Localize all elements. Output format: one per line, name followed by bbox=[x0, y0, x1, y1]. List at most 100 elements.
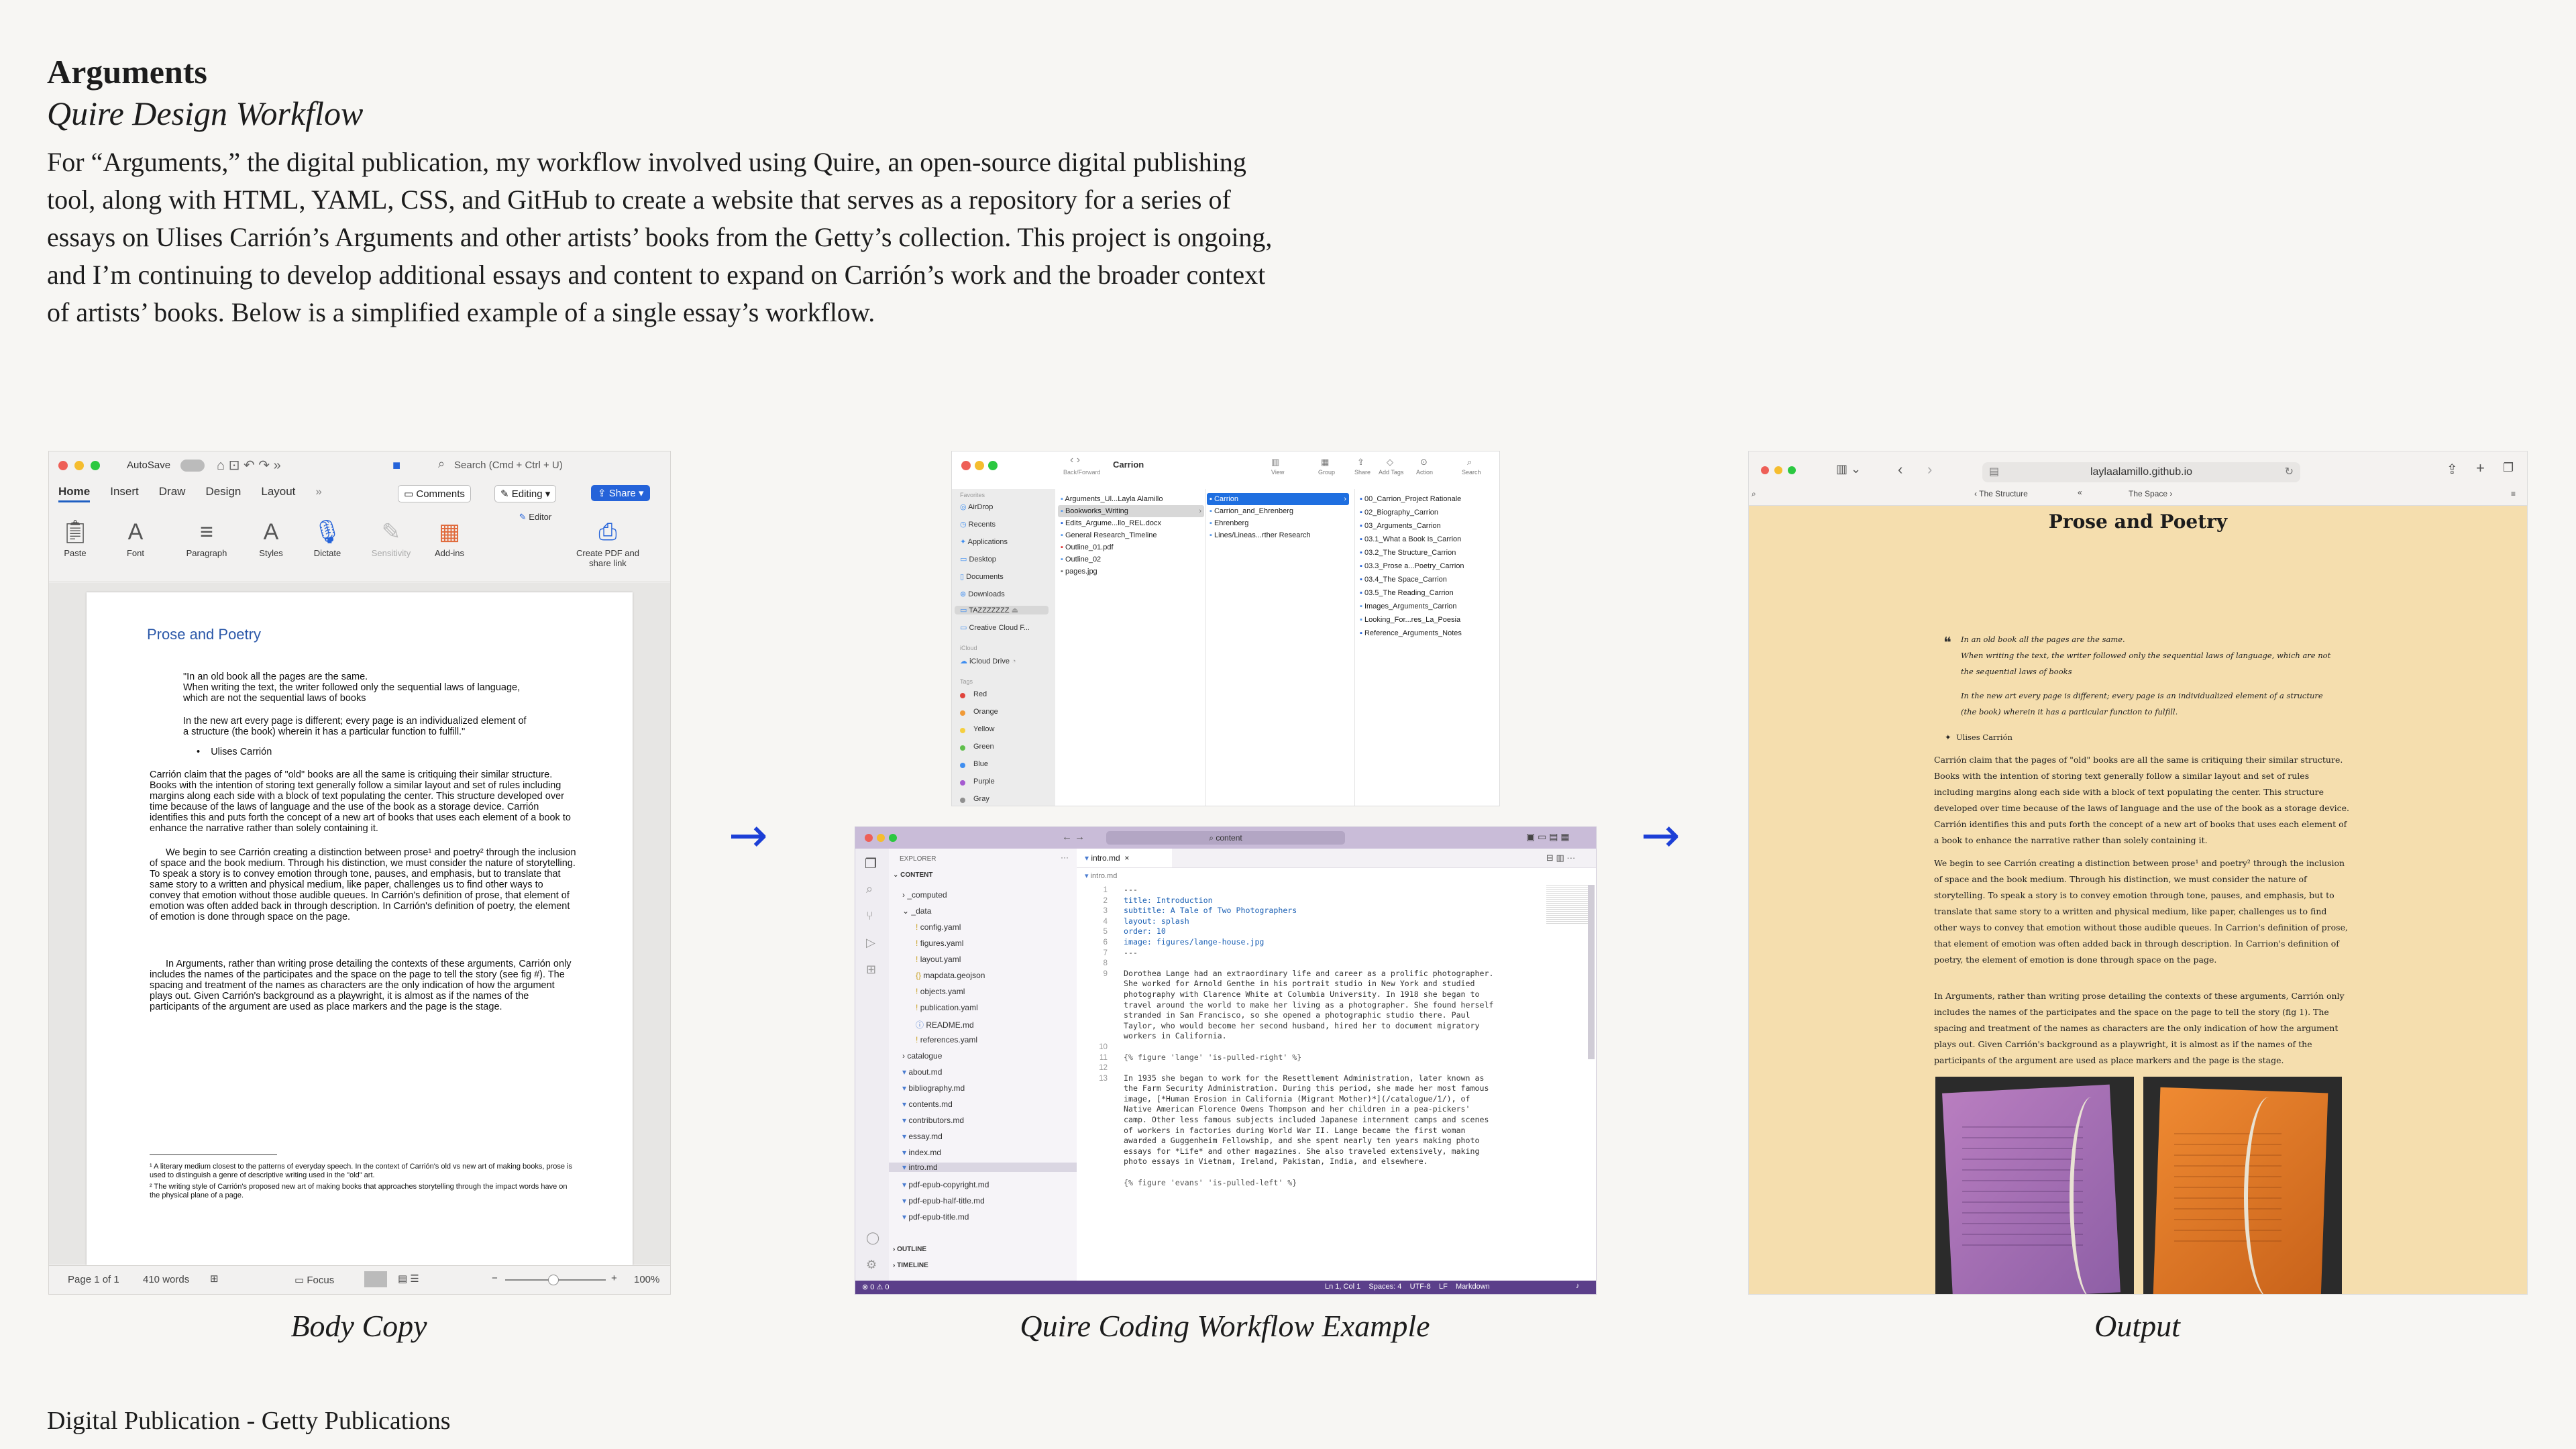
code-line[interactable]: travel around the world to make her livi… bbox=[1124, 1000, 1493, 1011]
editor-button[interactable]: ✎ Editor bbox=[505, 512, 566, 523]
new-tab-icon[interactable]: + bbox=[2476, 460, 2485, 477]
file-item[interactable]: ▪ 03.4_The Space_Carrion bbox=[1360, 574, 1447, 586]
code-line[interactable]: {% figure 'lange' 'is-pulled-right' %} bbox=[1124, 1053, 1493, 1063]
zoom-in-icon[interactable]: + bbox=[611, 1273, 617, 1284]
sidebar-item-documents[interactable]: ▯ Documents bbox=[960, 572, 1004, 581]
nav-prev-link[interactable]: ‹ The Structure bbox=[1974, 489, 2028, 498]
bell-icon[interactable]: ♪ bbox=[1576, 1282, 1580, 1290]
tree-file[interactable]: ▾ pdf-epub-title.md bbox=[902, 1212, 969, 1222]
eject-icon[interactable]: ⏏ bbox=[1012, 606, 1018, 614]
sidebar-tag-green[interactable]: Green bbox=[960, 743, 994, 751]
minimap[interactable] bbox=[1546, 885, 1588, 925]
sidebar-toggle-icon[interactable]: ▥ ⌄ bbox=[1836, 462, 1861, 476]
code-line[interactable]: of workers in factories during World War… bbox=[1124, 1126, 1493, 1136]
tab-intro-md[interactable]: ▾ intro.md × bbox=[1077, 849, 1172, 867]
editor-scrollbar[interactable] bbox=[1588, 885, 1595, 1059]
print-layout-icon[interactable] bbox=[364, 1271, 387, 1287]
sidebar-tag-orange[interactable]: Orange bbox=[960, 708, 998, 716]
font-button[interactable]: A Font bbox=[112, 516, 159, 558]
sidebar-item-downloads[interactable]: ⊕ Downloads bbox=[960, 590, 1005, 598]
account-icon[interactable]: ◯ bbox=[866, 1231, 879, 1245]
folder-item[interactable]: ▪ Images_Arguments_Carrion bbox=[1360, 600, 1457, 612]
comments-button[interactable]: ▭ Comments bbox=[398, 485, 471, 502]
tree-folder[interactable]: › _computed bbox=[902, 890, 947, 900]
gear-icon[interactable]: ⚙ bbox=[866, 1258, 877, 1272]
tab-design[interactable]: Design bbox=[205, 485, 241, 502]
file-item[interactable]: ▪ Arguments_Ul...Layla Alamillo bbox=[1061, 493, 1163, 505]
dictate-button[interactable]: 🎙︎ Dictate bbox=[304, 516, 351, 558]
layout-icon[interactable]: ▣ ▭ ▤ ▦ bbox=[1526, 831, 1570, 843]
create-pdf-button[interactable]: ⎙ Create PDF and share link bbox=[571, 516, 645, 568]
zoom-slider-thumb[interactable] bbox=[548, 1275, 559, 1285]
share-button[interactable]: ⇪ Share ▾ bbox=[591, 485, 651, 501]
minimize-icon[interactable] bbox=[975, 461, 984, 470]
code-line[interactable]: --- bbox=[1124, 885, 1493, 896]
tree-file[interactable]: ▾ pdf-epub-copyright.md bbox=[902, 1180, 989, 1189]
code-line[interactable]: awarded a Guggenheim Fellowship, and she… bbox=[1124, 1136, 1493, 1146]
maximize-icon[interactable] bbox=[988, 461, 998, 470]
tree-file[interactable]: ▾ contents.md bbox=[902, 1099, 953, 1109]
editing-button[interactable]: ✎ Editing ▾ bbox=[494, 485, 557, 502]
tree-file[interactable]: ! publication.yaml bbox=[916, 1003, 978, 1012]
tree-file[interactable]: ▾ contributors.md bbox=[902, 1116, 964, 1125]
styles-button[interactable]: A Styles bbox=[248, 516, 294, 558]
code-line[interactable]: Taylor, who would become her second husb… bbox=[1124, 1021, 1493, 1032]
sidebar-tag-yellow[interactable]: Yellow bbox=[960, 725, 994, 733]
sidebar-tag-purple[interactable]: Purple bbox=[960, 777, 995, 786]
tab-draw[interactable]: Draw bbox=[159, 485, 186, 502]
close-icon[interactable]: × bbox=[1124, 853, 1129, 863]
tree-folder[interactable]: ⌄ _data bbox=[902, 906, 931, 916]
nav-arrows-icon[interactable]: ← → bbox=[1062, 831, 1085, 843]
folder-item[interactable]: ▪ Carrion_and_Ehrenberg bbox=[1210, 505, 1293, 517]
code-line[interactable]: stranded in San Francisco, so she opened… bbox=[1124, 1010, 1493, 1021]
code-line[interactable]: essays for *Life* and other magazines. S… bbox=[1124, 1146, 1493, 1157]
folder-item-selected[interactable]: ▪ Bookworks_Writing › bbox=[1058, 505, 1204, 517]
file-item[interactable]: ▪ 03.2_The Structure_Carrion bbox=[1360, 547, 1456, 559]
minimize-icon[interactable] bbox=[1774, 466, 1782, 474]
folder-item[interactable]: ▪ Looking_For...res_La_Poesia bbox=[1360, 614, 1460, 626]
autosave-toggle[interactable] bbox=[180, 460, 205, 472]
search-icon[interactable]: ⌕ bbox=[866, 882, 873, 896]
command-search-input[interactable]: ⌕ content bbox=[1106, 831, 1345, 845]
tag-icon[interactable]: ◇ bbox=[1387, 457, 1393, 468]
view-icon[interactable]: ▥ bbox=[1271, 457, 1279, 468]
paragraph-button[interactable]: ≡ Paragraph bbox=[176, 516, 237, 558]
share-icon[interactable]: ⇪ bbox=[1357, 457, 1364, 468]
tab-layout[interactable]: Layout bbox=[261, 485, 295, 502]
sidebar-item-desktop[interactable]: ▭ Desktop bbox=[960, 555, 996, 564]
paste-button[interactable]: 📋︎ Paste bbox=[52, 516, 99, 558]
file-item[interactable]: ▪ 03.5_The Reading_Carrion bbox=[1360, 587, 1454, 599]
code-line[interactable]: She worked for Arnold Genthe in his port… bbox=[1124, 979, 1493, 989]
code-line[interactable] bbox=[1124, 958, 1493, 969]
search-icon[interactable]: ⌕ bbox=[1752, 489, 1756, 499]
back-forward-icon[interactable]: ‹ › bbox=[1070, 454, 1080, 466]
code-line[interactable]: photo essays in Vietnam, Ireland, Pakist… bbox=[1124, 1157, 1493, 1167]
code-line[interactable]: the Farm Security Administration. During… bbox=[1124, 1083, 1493, 1094]
file-item[interactable]: ▪ General Research_Timeline bbox=[1061, 529, 1157, 541]
code-line[interactable]: In 1935 she began to work for the Resett… bbox=[1124, 1073, 1493, 1084]
address-bar[interactable]: ▤ laylaalamillo.github.io ↻ bbox=[1982, 462, 2300, 482]
addins-button[interactable]: ▦ Add-ins bbox=[426, 516, 473, 558]
sidebar-item-airdrop[interactable]: ◎ AirDrop bbox=[960, 502, 993, 511]
extensions-icon[interactable]: ⊞ bbox=[866, 963, 876, 977]
close-icon[interactable] bbox=[1761, 466, 1769, 474]
code-line[interactable]: order: 10 bbox=[1124, 926, 1493, 937]
web-layout-icon[interactable]: ▤ ☰ bbox=[398, 1273, 419, 1285]
group-icon[interactable]: ▦ bbox=[1321, 457, 1329, 468]
maximize-icon[interactable] bbox=[889, 834, 897, 842]
file-item[interactable]: ▪ 00_Carrion_Project Rationale bbox=[1360, 493, 1461, 505]
run-debug-icon[interactable]: ▷ bbox=[866, 936, 875, 950]
tree-file[interactable]: ! figures.yaml bbox=[916, 938, 963, 948]
back-icon[interactable]: ‹ bbox=[1898, 461, 1902, 478]
code-line[interactable] bbox=[1124, 1167, 1493, 1178]
figure-image-orange-book[interactable] bbox=[2143, 1077, 2342, 1294]
tree-file[interactable]: {} mapdata.geojson bbox=[916, 971, 985, 980]
close-icon[interactable] bbox=[865, 834, 873, 842]
code-line[interactable]: workers in California. bbox=[1124, 1031, 1493, 1042]
sidebar-item-applications[interactable]: ✦ Applications bbox=[960, 537, 1008, 546]
focus-button[interactable]: ▭ Focus bbox=[294, 1274, 334, 1286]
sidebar-tag-red[interactable]: Red bbox=[960, 690, 987, 698]
forward-icon[interactable]: › bbox=[1927, 461, 1932, 478]
action-icon[interactable]: ⊙ bbox=[1420, 457, 1428, 468]
code-line[interactable]: Dorothea Lange had an extraordinary life… bbox=[1124, 969, 1493, 979]
